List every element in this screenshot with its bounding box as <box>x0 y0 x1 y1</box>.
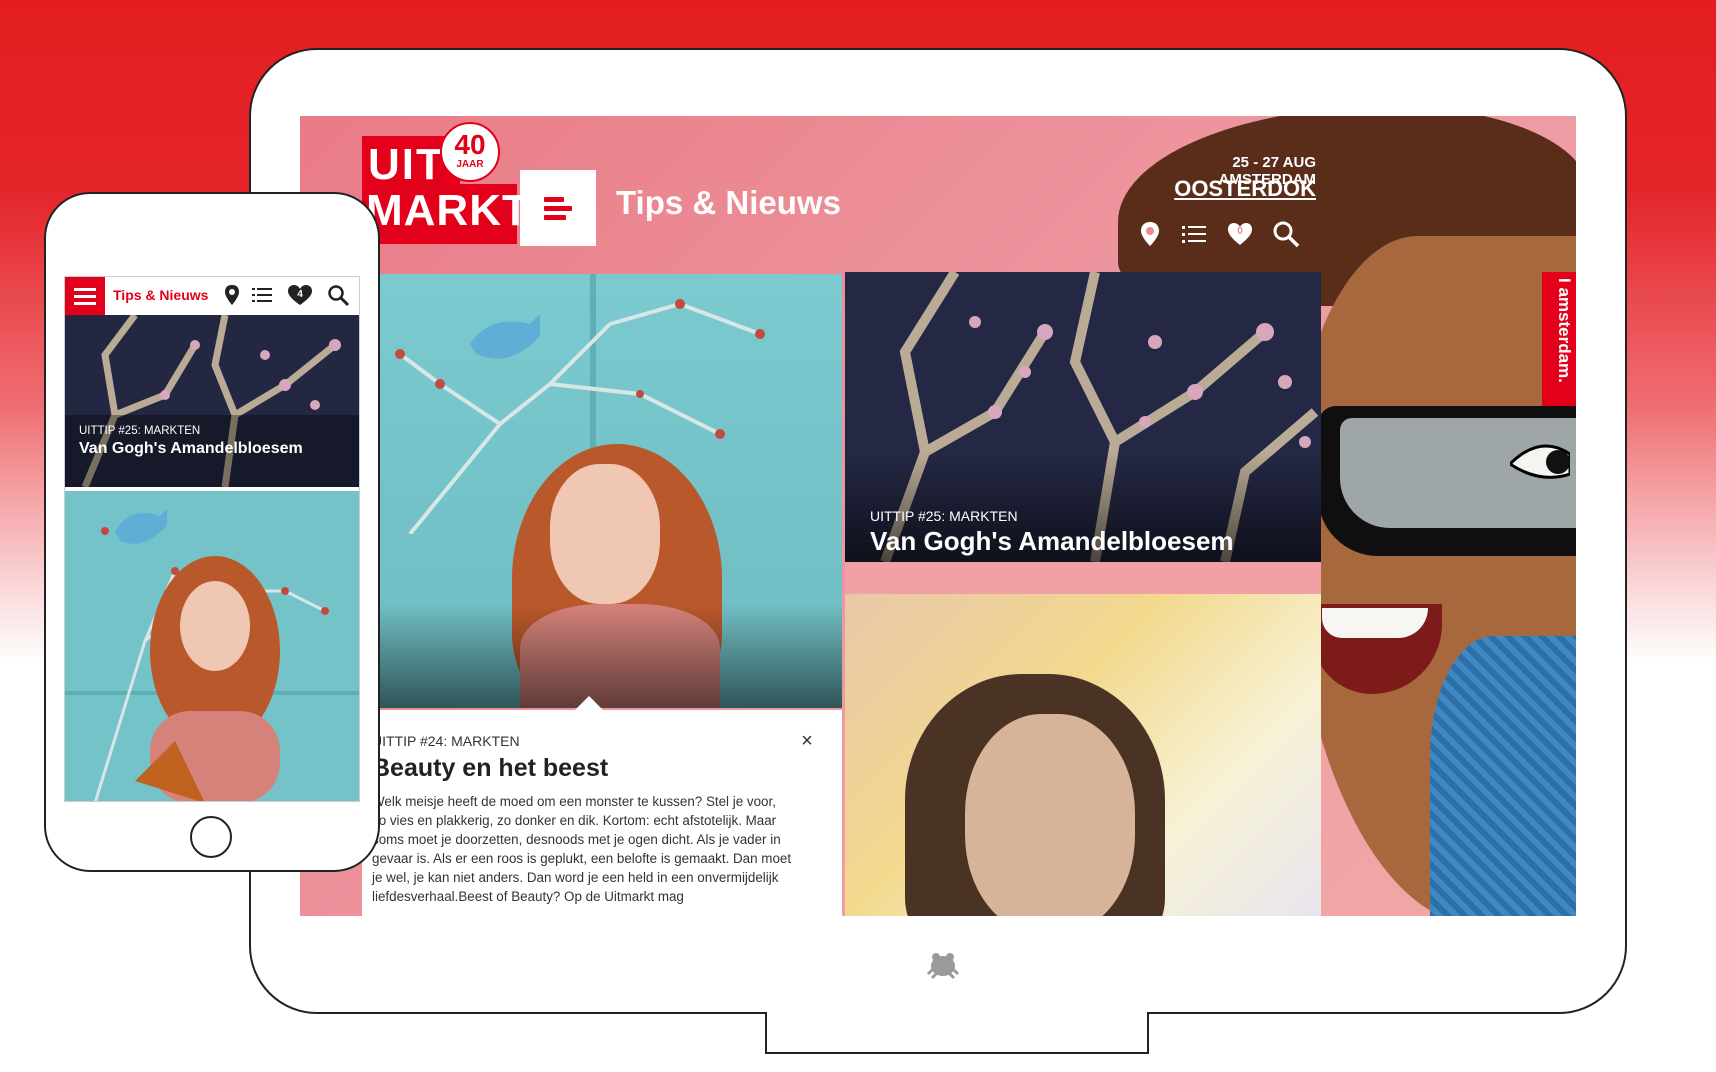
i-amsterdam-ribbon[interactable]: I amsterdam. <box>1542 272 1576 406</box>
list-icon[interactable] <box>1180 220 1208 248</box>
phone-tile-van-gogh[interactable]: UITTIP #25: MARKTEN Van Gogh's Amandelbl… <box>65 315 359 487</box>
girl-with-bird-image <box>65 491 359 801</box>
page-title: Tips & Nieuws <box>616 184 841 221</box>
website-screen: I amsterdam. UIT MARKT 40 JAAR Tips & Ni… <box>300 116 1576 916</box>
detail-body: Welk meisje heeft de moed om een monster… <box>372 794 792 904</box>
menu-line <box>74 295 96 298</box>
menu-line <box>74 288 96 291</box>
phone-page-title: Tips & Nieuws <box>113 287 209 303</box>
menu-line <box>74 302 96 305</box>
list-icon[interactable] <box>251 284 273 306</box>
illustration-shirt <box>1430 636 1576 916</box>
monitor-stand <box>765 1012 1149 1054</box>
venue-link[interactable]: OOSTERDOK <box>1146 176 1316 202</box>
detail-pointer <box>575 696 603 710</box>
tile-beauty-image[interactable] <box>380 274 842 708</box>
menu-line <box>544 215 566 220</box>
close-icon[interactable]: × <box>796 730 818 752</box>
badge-number: 40 <box>454 129 486 160</box>
illustration-eye <box>1510 444 1570 479</box>
tile-portrait[interactable] <box>845 594 1321 916</box>
detail-kicker: UITTIP #24: MARKTEN <box>372 733 520 749</box>
favorites-count: 0 <box>1237 226 1243 237</box>
phone-home-button[interactable] <box>190 816 232 858</box>
phone-menu-button[interactable] <box>65 277 105 315</box>
phone-header <box>65 277 359 315</box>
tile-kicker: UITTIP #25: MARKTEN <box>870 508 1018 524</box>
image-shade <box>380 604 842 708</box>
logo-text-bottom: MARKT <box>366 186 530 235</box>
logo-text-top: UIT <box>368 140 445 189</box>
menu-line <box>544 206 572 211</box>
tile-title: Van Gogh's Amandelbloesem <box>870 526 1234 556</box>
search-icon[interactable] <box>327 284 349 306</box>
menu-button[interactable] <box>520 170 596 246</box>
frog-logo-icon <box>926 953 960 980</box>
phone-tile-kicker: UITTIP #25: MARKTEN <box>79 425 201 437</box>
tile-gap <box>845 562 1321 594</box>
40-jaar-badge: 40 JAAR <box>440 122 500 182</box>
blossom-branches <box>65 315 359 487</box>
location-pin-icon[interactable] <box>221 284 243 306</box>
detail-title: Beauty en het beest <box>372 754 609 782</box>
phone-tile-title: Van Gogh's Amandelbloesem <box>79 440 303 457</box>
phone-favorites-count: 4 <box>297 289 303 300</box>
illustration-teeth <box>1322 608 1428 638</box>
location-pin-icon[interactable] <box>1136 220 1164 248</box>
search-icon[interactable] <box>1272 220 1300 248</box>
phone-tile-beauty[interactable] <box>65 491 359 801</box>
tile-van-gogh[interactable]: UITTIP #25: MARKTEN Van Gogh's Amandelbl… <box>845 272 1321 562</box>
portrait-face <box>965 714 1135 916</box>
phone-screen: Tips & Nieuws 4 UITTIP #25: MARKTEN Van … <box>64 276 360 802</box>
badge-word: JAAR <box>456 159 484 170</box>
ribbon-label: I amsterdam. <box>1555 278 1574 383</box>
menu-line <box>544 197 564 202</box>
girl-face <box>550 464 660 604</box>
